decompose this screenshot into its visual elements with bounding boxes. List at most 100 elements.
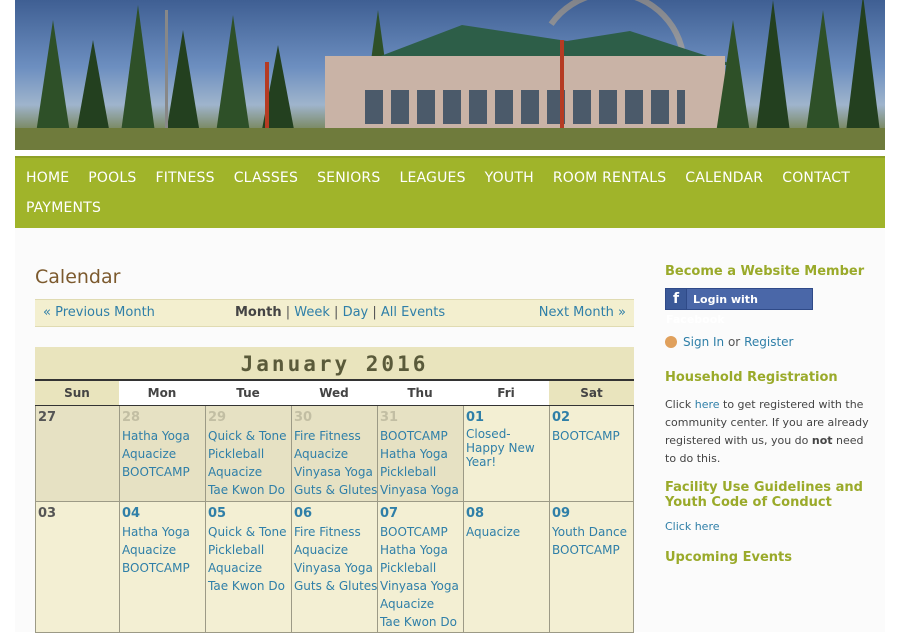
view-month[interactable]: Month	[235, 305, 282, 320]
facebook-icon: f	[666, 289, 687, 309]
calendar-event-link[interactable]: Tae Kwon Do	[208, 577, 289, 595]
next-month-link[interactable]: Next Month »	[539, 300, 626, 326]
nav-calendar[interactable]: CALENDAR	[685, 170, 763, 186]
nav-youth[interactable]: YOUTH	[485, 170, 534, 186]
calendar-event-link[interactable]: Fire Fitness	[294, 427, 375, 445]
calendar-event-link[interactable]: Aquacize	[208, 463, 289, 481]
page-title: Calendar	[35, 266, 121, 288]
calendar-event-link[interactable]: Tae Kwon Do	[380, 613, 461, 631]
calendar-event-link[interactable]: Fire Fitness	[294, 523, 375, 541]
calendar-day-cell[interactable]: 08 Aquacize	[463, 502, 549, 632]
calendar-day-cell[interactable]: 05 Quick & Tone Pickleball Aquacize Tae Kwon…	[205, 502, 291, 632]
register-link[interactable]: Register	[744, 335, 793, 349]
view-all-events[interactable]: All Events	[381, 305, 445, 320]
calendar-grid: January 2016 Sun Mon Tue Wed Thu Fri Sat 27 28 H…	[35, 347, 634, 633]
sign-in-link[interactable]: Sign In	[683, 335, 724, 349]
calendar-day-cell[interactable]: 29 Quick & Tone Pickleball Aquacize Tae Kwon…	[205, 406, 291, 501]
day-number[interactable]: 27	[38, 410, 117, 425]
calendar-event-link[interactable]: Pickleball	[380, 559, 461, 577]
nav-home[interactable]: HOME	[26, 170, 69, 186]
household-text: Click	[665, 398, 692, 411]
lawn-graphic	[15, 128, 885, 150]
day-number[interactable]: 02	[552, 410, 631, 425]
calendar-event-link[interactable]: Guts & Glutes	[294, 577, 377, 595]
calendar-day-cell[interactable]: 01 Closed-Happy New Year!	[463, 406, 549, 501]
day-number[interactable]: 29	[208, 410, 289, 425]
view-separator: |	[372, 305, 377, 320]
calendar-event-link[interactable]: Pickleball	[208, 445, 289, 463]
day-number[interactable]: 09	[552, 506, 631, 521]
day-number[interactable]: 31	[380, 410, 461, 425]
calendar-event-link[interactable]: Hatha Yoga	[380, 541, 461, 559]
day-number[interactable]: 01	[466, 410, 547, 425]
calendar-event-link[interactable]: Aquacize	[466, 523, 547, 541]
calendar-day-cell[interactable]: 02 BOOTCAMP	[549, 406, 634, 501]
calendar-event-link[interactable]: Guts & Glutes	[294, 481, 377, 499]
calendar-event-link[interactable]: BOOTCAMP	[122, 463, 203, 481]
calendar-event-link[interactable]: Tae Kwon Do	[208, 481, 289, 499]
calendar-event-link[interactable]: Hatha Yoga	[380, 445, 461, 463]
calendar-event-link[interactable]: BOOTCAMP	[380, 427, 461, 445]
calendar-event-link[interactable]: Aquacize	[122, 445, 203, 463]
calendar-day-cell[interactable]: 28 Hatha Yoga Aquacize BOOTCAMP	[119, 406, 205, 501]
calendar-event-link[interactable]: BOOTCAMP	[122, 559, 203, 577]
calendar-event-link[interactable]: Aquacize	[294, 445, 375, 463]
calendar-week-row: 03 04 Hatha Yoga Aquacize BOOTCAMP 05 Quick & …	[35, 502, 634, 633]
calendar-day-cell[interactable]: 04 Hatha Yoga Aquacize BOOTCAMP	[119, 502, 205, 632]
nav-contact[interactable]: CONTACT	[782, 170, 850, 186]
calendar-event-link[interactable]: BOOTCAMP	[552, 427, 631, 445]
calendar-event-link[interactable]: Aquacize	[380, 595, 461, 613]
calendar-day-cell[interactable]: 07 BOOTCAMP Hatha Yoga Pickleball Vinyasa Yo…	[377, 502, 463, 632]
day-number[interactable]: 28	[122, 410, 203, 425]
household-registration-heading: Household Registration	[665, 370, 838, 385]
calendar-event-link[interactable]: Vinyasa Yoga	[294, 463, 375, 481]
nav-fitness[interactable]: FITNESS	[155, 170, 214, 186]
calendar-day-cell[interactable]: 30 Fire Fitness Aquacize Vinyasa Yoga Guts &…	[291, 406, 377, 501]
day-number[interactable]: 07	[380, 506, 461, 521]
calendar-event-link[interactable]: Quick & Tone	[208, 427, 289, 445]
calendar-day-cell[interactable]: 06 Fire Fitness Aquacize Vinyasa Yoga Guts &…	[291, 502, 377, 632]
facebook-login-button[interactable]: f Login with Facebook	[665, 288, 813, 326]
calendar-day-cell[interactable]: 31 BOOTCAMP Hatha Yoga Pickleball Vinyasa Yo…	[377, 406, 463, 501]
day-number[interactable]: 03	[38, 506, 117, 521]
tree-graphic	[165, 30, 201, 140]
view-week[interactable]: Week	[294, 305, 330, 320]
sidebar: Become a Website Member	[665, 264, 865, 279]
day-number[interactable]: 05	[208, 506, 289, 521]
calendar-event-link[interactable]: BOOTCAMP	[380, 523, 461, 541]
calendar-event-link[interactable]: Pickleball	[380, 463, 461, 481]
calendar-event-link[interactable]: Quick & Tone	[208, 523, 289, 541]
calendar-day-cell[interactable]: 09 Youth Dance BOOTCAMP	[549, 502, 634, 632]
nav-payments[interactable]: PAYMENTS	[26, 200, 101, 216]
calendar-day-cell[interactable]: 03	[35, 502, 119, 632]
day-number[interactable]: 06	[294, 506, 375, 521]
household-here-link[interactable]: here	[695, 398, 720, 411]
sign-in-register: Sign In or Register	[665, 335, 793, 349]
nav-seniors[interactable]: SENIORS	[317, 170, 380, 186]
calendar-event-link[interactable]: Hatha Yoga	[122, 427, 203, 445]
calendar-event-link[interactable]: Vinyasa Yoga	[380, 481, 461, 499]
calendar-event-link[interactable]: Hatha Yoga	[122, 523, 203, 541]
day-number[interactable]: 30	[294, 410, 375, 425]
day-of-week-sat: Sat	[549, 381, 634, 405]
calendar-event-link[interactable]: Closed-Happy New Year!	[466, 427, 547, 469]
day-number[interactable]: 04	[122, 506, 203, 521]
calendar-event-link[interactable]: Aquacize	[294, 541, 375, 559]
facility-guidelines-link[interactable]: Click here	[665, 520, 720, 533]
calendar-event-link[interactable]: BOOTCAMP	[552, 541, 631, 559]
calendar-event-link[interactable]: Youth Dance	[552, 523, 631, 541]
calendar-event-link[interactable]: Vinyasa Yoga	[294, 559, 375, 577]
calendar-event-link[interactable]: Vinyasa Yoga	[380, 577, 461, 595]
previous-month-link[interactable]: « Previous Month	[43, 300, 155, 326]
calendar-event-link[interactable]: Aquacize	[208, 559, 289, 577]
nav-pools[interactable]: POOLS	[88, 170, 136, 186]
calendar-event-link[interactable]: Pickleball	[208, 541, 289, 559]
calendar-day-cell[interactable]: 27	[35, 406, 119, 501]
nav-leagues[interactable]: LEAGUES	[399, 170, 465, 186]
tree-graphic	[120, 5, 156, 140]
nav-classes[interactable]: CLASSES	[234, 170, 298, 186]
day-number[interactable]: 08	[466, 506, 547, 521]
view-day[interactable]: Day	[343, 305, 369, 320]
nav-room-rentals[interactable]: ROOM RENTALS	[553, 170, 666, 186]
calendar-event-link[interactable]: Aquacize	[122, 541, 203, 559]
